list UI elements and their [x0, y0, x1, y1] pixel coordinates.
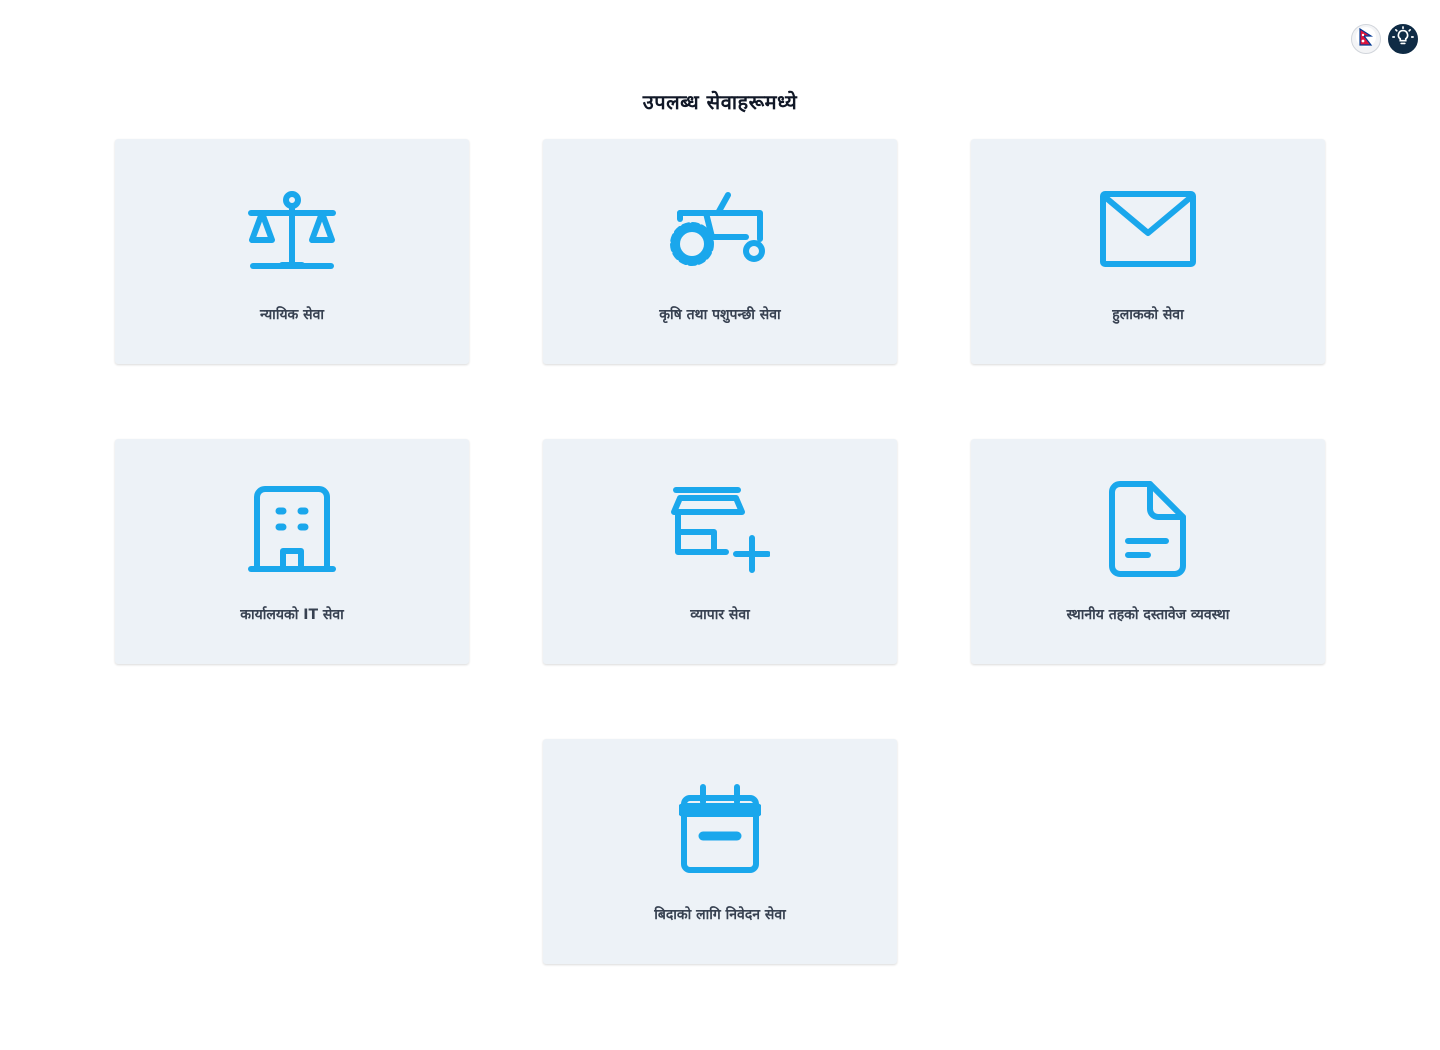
document-icon	[1098, 479, 1198, 579]
service-card-judicial[interactable]: न्यायिक सेवा	[115, 139, 469, 364]
language-switch-button[interactable]	[1351, 24, 1381, 54]
service-card-label: व्यापार सेवा	[690, 607, 750, 623]
service-card-label: बिदाको लागि निवेदन सेवा	[654, 907, 786, 923]
tractor-icon	[670, 179, 770, 279]
mail-icon	[1098, 179, 1198, 279]
calendar-icon	[670, 779, 770, 879]
service-card-office-it[interactable]: कार्यालयको IT सेवा	[115, 439, 469, 664]
service-card-label: कार्यालयको IT सेवा	[240, 607, 344, 623]
page-title: उपलब्ध सेवाहरूमध्ये	[642, 90, 798, 114]
scales-icon	[242, 179, 342, 279]
service-card-label: स्थानीय तहको दस्तावेज व्यवस्था	[1066, 607, 1230, 623]
service-card-local-documents[interactable]: स्थानीय तहको दस्तावेज व्यवस्था	[971, 439, 1325, 664]
top-toolbar	[1351, 24, 1418, 54]
lightbulb-icon	[1392, 26, 1414, 52]
service-card-label: हुलाकको सेवा	[1112, 307, 1184, 323]
nepal-flag-icon	[1355, 26, 1377, 52]
service-card-label: न्यायिक सेवा	[259, 307, 325, 323]
add-store-icon	[670, 479, 770, 579]
service-card-leave-application[interactable]: बिदाको लागि निवेदन सेवा	[543, 739, 897, 964]
service-card-business[interactable]: व्यापार सेवा	[543, 439, 897, 664]
service-card-postal[interactable]: हुलाकको सेवा	[971, 139, 1325, 364]
building-icon	[242, 479, 342, 579]
theme-toggle-button[interactable]	[1388, 24, 1418, 54]
service-card-agriculture[interactable]: कृषि तथा पशुपन्छी सेवा	[543, 139, 897, 364]
service-card-label: कृषि तथा पशुपन्छी सेवा	[659, 307, 781, 323]
